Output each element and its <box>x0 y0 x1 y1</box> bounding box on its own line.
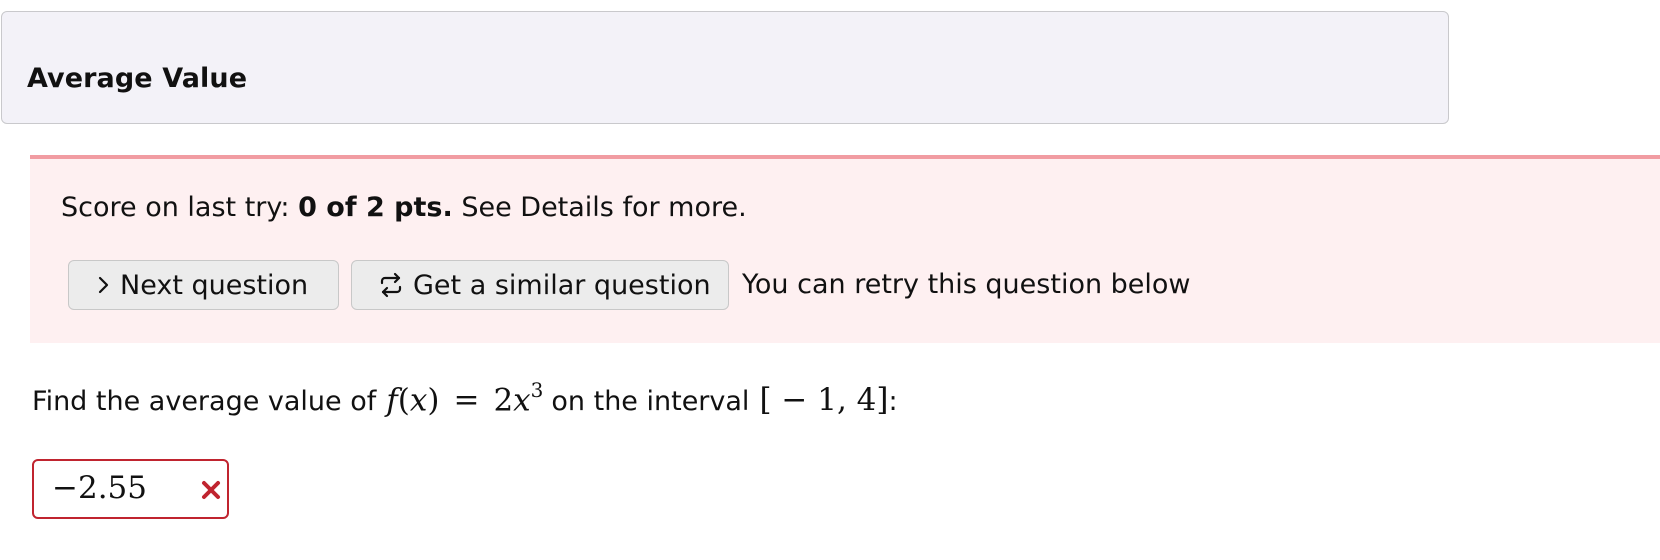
question-header: Average Value <box>1 11 1449 124</box>
question-suffix: : <box>888 386 898 418</box>
function-expression: f(x) = 2x3 <box>386 378 544 419</box>
equals-sign: = <box>453 382 480 419</box>
exponent: 3 <box>530 378 544 402</box>
function-variable: x <box>409 382 428 419</box>
question-title: Average Value <box>27 63 248 94</box>
coefficient: 2 <box>493 382 514 419</box>
similar-question-button[interactable]: Get a similar question <box>351 260 729 310</box>
chevron-right-icon <box>98 276 110 294</box>
next-question-label: Next question <box>120 269 309 301</box>
score-summary: Score on last try: 0 of 2 pts. See Detai… <box>61 192 747 223</box>
repeat-arrows-icon <box>377 271 405 299</box>
score-alert: Score on last try: 0 of 2 pts. See Detai… <box>30 155 1660 343</box>
power-base: x <box>513 382 531 419</box>
question-prefix: Find the average value of <box>32 386 377 418</box>
answer-input[interactable]: −2.55 <box>32 459 229 519</box>
score-prefix: Score on last try: <box>61 192 290 223</box>
retry-message: You can retry this question below <box>742 269 1191 300</box>
interval: [ − 1, 4] <box>759 382 889 419</box>
answer-value: −2.55 <box>52 470 147 506</box>
similar-question-label: Get a similar question <box>413 269 711 301</box>
x-mark-icon <box>200 479 222 505</box>
question-text: Find the average value of f(x) = 2x3 on th… <box>32 378 898 419</box>
function-name: f <box>386 382 398 419</box>
interval-expression: [ − 1, 4] <box>759 382 888 418</box>
score-value: 0 of 2 pts. <box>298 192 453 223</box>
next-question-button[interactable]: Next question <box>68 260 339 310</box>
question-middle: on the interval <box>551 386 750 418</box>
score-suffix: See Details for more. <box>461 192 747 223</box>
